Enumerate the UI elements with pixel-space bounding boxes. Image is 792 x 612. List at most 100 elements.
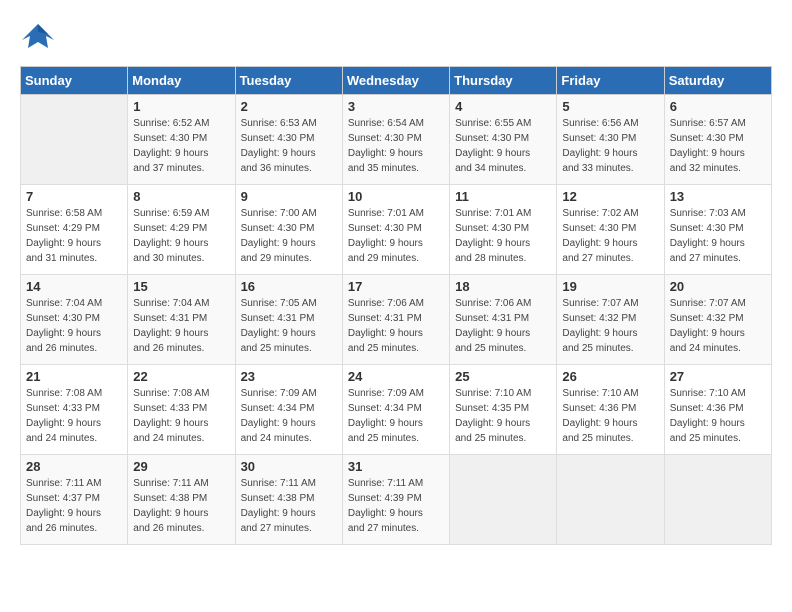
day-number: 1	[133, 99, 229, 114]
day-header-saturday: Saturday	[664, 67, 771, 95]
day-info: Sunrise: 7:06 AMSunset: 4:31 PMDaylight:…	[455, 296, 551, 356]
day-header-sunday: Sunday	[21, 67, 128, 95]
calendar-cell	[557, 455, 664, 545]
day-number: 16	[241, 279, 337, 294]
day-number: 3	[348, 99, 444, 114]
day-info: Sunrise: 7:09 AMSunset: 4:34 PMDaylight:…	[348, 386, 444, 446]
calendar-week-row: 28 Sunrise: 7:11 AMSunset: 4:37 PMDayligh…	[21, 455, 772, 545]
day-number: 9	[241, 189, 337, 204]
day-number: 17	[348, 279, 444, 294]
day-number: 28	[26, 459, 122, 474]
calendar-week-row: 21 Sunrise: 7:08 AMSunset: 4:33 PMDayligh…	[21, 365, 772, 455]
day-info: Sunrise: 7:08 AMSunset: 4:33 PMDaylight:…	[133, 386, 229, 446]
calendar-cell: 1 Sunrise: 6:52 AMSunset: 4:30 PMDaylight…	[128, 95, 235, 185]
calendar-cell: 17 Sunrise: 7:06 AMSunset: 4:31 PMDayligh…	[342, 275, 449, 365]
day-number: 4	[455, 99, 551, 114]
day-info: Sunrise: 7:08 AMSunset: 4:33 PMDaylight:…	[26, 386, 122, 446]
day-number: 31	[348, 459, 444, 474]
calendar-cell: 13 Sunrise: 7:03 AMSunset: 4:30 PMDayligh…	[664, 185, 771, 275]
calendar-cell: 12 Sunrise: 7:02 AMSunset: 4:30 PMDayligh…	[557, 185, 664, 275]
day-number: 7	[26, 189, 122, 204]
day-info: Sunrise: 7:10 AMSunset: 4:36 PMDaylight:…	[562, 386, 658, 446]
day-number: 15	[133, 279, 229, 294]
calendar-cell: 7 Sunrise: 6:58 AMSunset: 4:29 PMDaylight…	[21, 185, 128, 275]
calendar-cell: 6 Sunrise: 6:57 AMSunset: 4:30 PMDaylight…	[664, 95, 771, 185]
day-number: 11	[455, 189, 551, 204]
day-info: Sunrise: 7:04 AMSunset: 4:30 PMDaylight:…	[26, 296, 122, 356]
calendar-header-row: SundayMondayTuesdayWednesdayThursdayFrid…	[21, 67, 772, 95]
calendar-cell: 30 Sunrise: 7:11 AMSunset: 4:38 PMDayligh…	[235, 455, 342, 545]
calendar-week-row: 1 Sunrise: 6:52 AMSunset: 4:30 PMDaylight…	[21, 95, 772, 185]
day-info: Sunrise: 7:01 AMSunset: 4:30 PMDaylight:…	[455, 206, 551, 266]
day-header-thursday: Thursday	[450, 67, 557, 95]
day-number: 2	[241, 99, 337, 114]
day-number: 18	[455, 279, 551, 294]
calendar-week-row: 14Sunrise: 7:04 AMSunset: 4:30 PMDayligh…	[21, 275, 772, 365]
day-info: Sunrise: 7:04 AMSunset: 4:31 PMDaylight:…	[133, 296, 229, 356]
day-info: Sunrise: 7:02 AMSunset: 4:30 PMDaylight:…	[562, 206, 658, 266]
day-info: Sunrise: 6:57 AMSunset: 4:30 PMDaylight:…	[670, 116, 766, 176]
day-number: 30	[241, 459, 337, 474]
day-number: 12	[562, 189, 658, 204]
calendar-cell: 26 Sunrise: 7:10 AMSunset: 4:36 PMDayligh…	[557, 365, 664, 455]
day-info: Sunrise: 6:53 AMSunset: 4:30 PMDaylight:…	[241, 116, 337, 176]
page-header	[20, 20, 772, 56]
day-info: Sunrise: 7:11 AMSunset: 4:38 PMDaylight:…	[133, 476, 229, 536]
calendar-cell: 18 Sunrise: 7:06 AMSunset: 4:31 PMDayligh…	[450, 275, 557, 365]
day-number: 10	[348, 189, 444, 204]
calendar-cell: 11 Sunrise: 7:01 AMSunset: 4:30 PMDayligh…	[450, 185, 557, 275]
day-number: 26	[562, 369, 658, 384]
day-info: Sunrise: 6:55 AMSunset: 4:30 PMDaylight:…	[455, 116, 551, 176]
day-number: 22	[133, 369, 229, 384]
calendar-cell: 21 Sunrise: 7:08 AMSunset: 4:33 PMDayligh…	[21, 365, 128, 455]
day-header-tuesday: Tuesday	[235, 67, 342, 95]
calendar-cell: 28 Sunrise: 7:11 AMSunset: 4:37 PMDayligh…	[21, 455, 128, 545]
calendar-cell: 23Sunrise: 7:09 AMSunset: 4:34 PMDayligh…	[235, 365, 342, 455]
day-info: Sunrise: 6:52 AMSunset: 4:30 PMDaylight:…	[133, 116, 229, 176]
day-info: Sunrise: 7:11 AMSunset: 4:38 PMDaylight:…	[241, 476, 337, 536]
calendar-cell: 25 Sunrise: 7:10 AMSunset: 4:35 PMDayligh…	[450, 365, 557, 455]
calendar-cell: 29 Sunrise: 7:11 AMSunset: 4:38 PMDayligh…	[128, 455, 235, 545]
day-info: Sunrise: 7:09 AMSunset: 4:34 PMDaylight:…	[241, 386, 337, 446]
day-info: Sunrise: 6:58 AMSunset: 4:29 PMDaylight:…	[26, 206, 122, 266]
day-number: 24	[348, 369, 444, 384]
day-header-wednesday: Wednesday	[342, 67, 449, 95]
calendar-cell: 22 Sunrise: 7:08 AMSunset: 4:33 PMDayligh…	[128, 365, 235, 455]
day-info: Sunrise: 7:07 AMSunset: 4:32 PMDaylight:…	[670, 296, 766, 356]
calendar-cell	[21, 95, 128, 185]
calendar-cell: 31 Sunrise: 7:11 AMSunset: 4:39 PMDayligh…	[342, 455, 449, 545]
logo-icon	[20, 20, 56, 56]
calendar-cell: 16 Sunrise: 7:05 AMSunset: 4:31 PMDayligh…	[235, 275, 342, 365]
calendar-cell: 14Sunrise: 7:04 AMSunset: 4:30 PMDayligh…	[21, 275, 128, 365]
calendar-cell: 19 Sunrise: 7:07 AMSunset: 4:32 PMDayligh…	[557, 275, 664, 365]
day-info: Sunrise: 6:59 AMSunset: 4:29 PMDaylight:…	[133, 206, 229, 266]
day-info: Sunrise: 6:56 AMSunset: 4:30 PMDaylight:…	[562, 116, 658, 176]
day-info: Sunrise: 7:03 AMSunset: 4:30 PMDaylight:…	[670, 206, 766, 266]
day-number: 20	[670, 279, 766, 294]
calendar-cell: 3Sunrise: 6:54 AMSunset: 4:30 PMDaylight…	[342, 95, 449, 185]
day-info: Sunrise: 7:06 AMSunset: 4:31 PMDaylight:…	[348, 296, 444, 356]
day-number: 29	[133, 459, 229, 474]
calendar-cell: 15 Sunrise: 7:04 AMSunset: 4:31 PMDayligh…	[128, 275, 235, 365]
calendar-cell: 4 Sunrise: 6:55 AMSunset: 4:30 PMDaylight…	[450, 95, 557, 185]
day-number: 25	[455, 369, 551, 384]
day-info: Sunrise: 7:10 AMSunset: 4:35 PMDaylight:…	[455, 386, 551, 446]
day-info: Sunrise: 7:05 AMSunset: 4:31 PMDaylight:…	[241, 296, 337, 356]
day-number: 19	[562, 279, 658, 294]
calendar-cell: 20 Sunrise: 7:07 AMSunset: 4:32 PMDayligh…	[664, 275, 771, 365]
day-number: 21	[26, 369, 122, 384]
day-number: 8	[133, 189, 229, 204]
day-info: Sunrise: 7:01 AMSunset: 4:30 PMDaylight:…	[348, 206, 444, 266]
logo	[20, 20, 62, 56]
day-info: Sunrise: 7:07 AMSunset: 4:32 PMDaylight:…	[562, 296, 658, 356]
day-number: 13	[670, 189, 766, 204]
calendar-cell: 27Sunrise: 7:10 AMSunset: 4:36 PMDayligh…	[664, 365, 771, 455]
day-header-monday: Monday	[128, 67, 235, 95]
calendar-table: SundayMondayTuesdayWednesdayThursdayFrid…	[20, 66, 772, 545]
day-info: Sunrise: 7:11 AMSunset: 4:39 PMDaylight:…	[348, 476, 444, 536]
day-number: 5	[562, 99, 658, 114]
day-number: 6	[670, 99, 766, 114]
calendar-cell: 9Sunrise: 7:00 AMSunset: 4:30 PMDaylight…	[235, 185, 342, 275]
day-info: Sunrise: 7:11 AMSunset: 4:37 PMDaylight:…	[26, 476, 122, 536]
calendar-cell	[450, 455, 557, 545]
